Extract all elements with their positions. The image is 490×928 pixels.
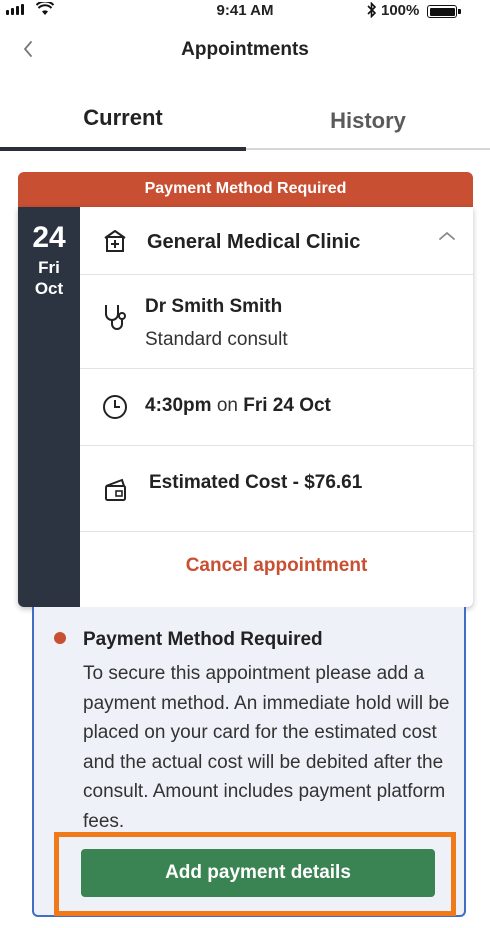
chevron-up-icon[interactable] bbox=[437, 229, 457, 243]
battery-icon bbox=[427, 5, 457, 18]
tab-history-label: History bbox=[330, 108, 406, 133]
tab-history[interactable]: History bbox=[246, 90, 490, 152]
page-title: Appointments bbox=[181, 39, 309, 60]
alert-dot-icon bbox=[54, 632, 66, 644]
date-day: 24 bbox=[32, 221, 66, 254]
time-row: 4:30pm on Fri 24 Oct bbox=[80, 369, 473, 446]
clinic-icon bbox=[104, 230, 126, 252]
appointment-time-value: 4:30pm bbox=[145, 395, 212, 416]
clock-icon bbox=[103, 395, 127, 419]
cancel-appointment-button[interactable]: Cancel appointment bbox=[80, 555, 473, 577]
payment-notice-body: To secure this appointment please add a … bbox=[83, 663, 450, 832]
status-bar: 9:41 AM 100% bbox=[0, 0, 490, 22]
doctor-name: Dr Smith Smith bbox=[145, 296, 283, 317]
battery-tip bbox=[458, 9, 461, 14]
consult-type: Standard consult bbox=[145, 329, 288, 350]
battery-percentage: 100% bbox=[381, 2, 420, 19]
cancel-row: Cancel appointment bbox=[80, 532, 473, 607]
doctor-row: Dr Smith Smith Standard consult bbox=[80, 275, 473, 369]
add-payment-details-button[interactable]: Add payment details bbox=[81, 849, 435, 897]
date-month: Oct bbox=[34, 279, 64, 298]
tab-bar: Current History bbox=[0, 90, 490, 152]
date-weekday: Fri bbox=[38, 258, 60, 277]
active-tab-indicator bbox=[0, 147, 246, 151]
clinic-row[interactable]: General Medical Clinic bbox=[80, 207, 473, 275]
payment-required-banner: Payment Method Required bbox=[18, 172, 473, 207]
estimated-cost: Estimated Cost - $76.61 bbox=[149, 472, 363, 493]
tab-current[interactable]: Current bbox=[0, 90, 246, 152]
stethoscope-icon bbox=[105, 305, 126, 330]
date-column: 24 Fri Oct bbox=[18, 207, 80, 607]
appointment-time-connector: on bbox=[216, 395, 238, 416]
clinic-name: General Medical Clinic bbox=[147, 231, 361, 253]
payment-notice-title: Payment Method Required bbox=[83, 629, 323, 650]
bluetooth-icon bbox=[367, 2, 377, 18]
appointment-card: 24 Fri Oct General Medical Clinic Dr Smi… bbox=[18, 207, 473, 607]
appointment-time: 4:30pm on Fri 24 Oct bbox=[145, 395, 331, 417]
appointment-time-date: Fri 24 Oct bbox=[243, 395, 331, 416]
cost-row: Estimated Cost - $76.61 bbox=[80, 446, 473, 532]
wallet-icon bbox=[105, 478, 126, 501]
